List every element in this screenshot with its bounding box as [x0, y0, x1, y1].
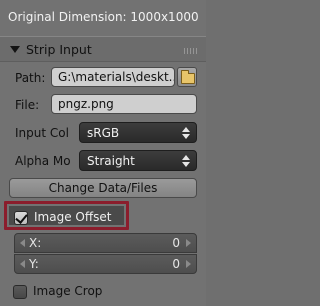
updown-arrows-icon [182, 127, 190, 139]
input-color-value: sRGB [87, 125, 120, 140]
image-offset-toggle[interactable]: Image Offset [9, 206, 124, 225]
input-color-select[interactable]: sRGB [79, 122, 197, 143]
offset-y-value: 0 [172, 257, 180, 271]
decrement-arrow-icon[interactable] [20, 239, 25, 247]
image-offset-label: Image Offset [34, 210, 112, 224]
original-dimension-text: Original Dimension: 1000x1000 [8, 10, 199, 24]
path-label: Path: [15, 71, 46, 85]
offset-y-field[interactable]: Y: 0 [14, 254, 197, 274]
original-dimension-info: Original Dimension: 1000x1000 [0, 0, 206, 34]
offset-y-label: Y: [29, 257, 39, 271]
image-crop-label: Image Crop [33, 284, 103, 298]
path-value: G:\materials\deskt... [58, 70, 175, 84]
alpha-mode-label: Alpha Mo [15, 154, 71, 168]
file-value: pngz.png [58, 97, 114, 111]
strip-properties-panel: Original Dimension: 1000x1000 Strip Inpu… [0, 0, 206, 306]
updown-arrows-icon [182, 155, 190, 167]
increment-arrow-icon[interactable] [186, 260, 191, 268]
checkmark-icon [15, 211, 28, 224]
decrement-arrow-icon[interactable] [20, 260, 25, 268]
input-color-label: Input Col [15, 126, 69, 140]
folder-icon [181, 70, 195, 84]
drag-grip-icon[interactable] [184, 48, 198, 54]
file-label: File: [15, 98, 40, 112]
offset-x-value: 0 [172, 236, 180, 250]
change-data-files-label: Change Data/Files [48, 181, 158, 195]
alpha-mode-select[interactable]: Straight [79, 150, 197, 171]
change-data-files-button[interactable]: Change Data/Files [9, 178, 197, 198]
image-offset-checkbox[interactable] [14, 211, 28, 225]
increment-arrow-icon[interactable] [186, 239, 191, 247]
file-browse-button[interactable] [177, 67, 197, 87]
alpha-mode-value: Straight [87, 153, 135, 168]
strip-input-panel-header[interactable]: Strip Input [0, 36, 206, 62]
image-offset-highlight: Image Offset [4, 201, 129, 230]
image-crop-checkbox[interactable] [13, 285, 27, 299]
offset-x-label: X: [29, 236, 42, 250]
path-field[interactable]: G:\materials\deskt... [51, 67, 175, 87]
collapse-triangle-icon[interactable] [10, 45, 20, 53]
image-crop-toggle[interactable]: Image Crop [0, 282, 206, 302]
file-field[interactable]: pngz.png [51, 94, 197, 114]
offset-x-field[interactable]: X: 0 [14, 233, 197, 253]
strip-input-title: Strip Input [26, 41, 92, 57]
